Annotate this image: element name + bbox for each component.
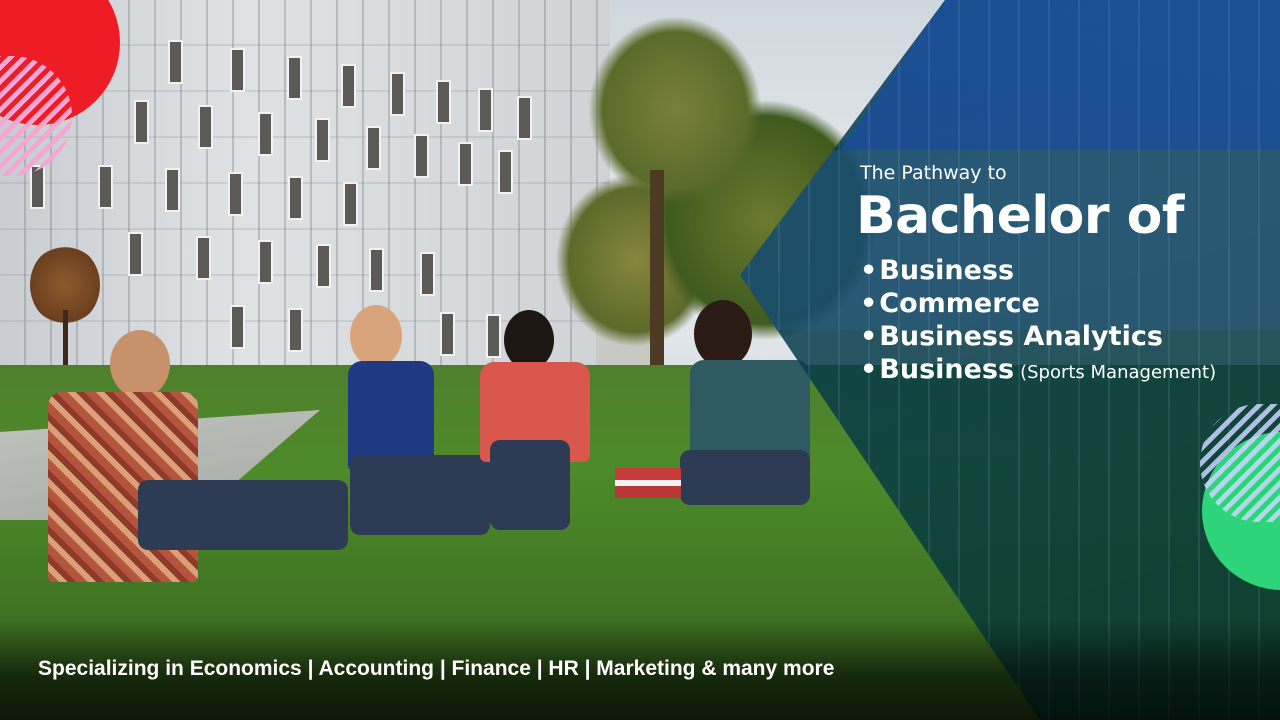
specializations-tagline: Specializing in Economics | Accounting |… bbox=[38, 657, 835, 680]
course-name: Business bbox=[879, 255, 1015, 286]
bullet-glyph: • bbox=[860, 354, 878, 385]
bullet-glyph: • bbox=[860, 255, 878, 286]
course-name: Business Analytics bbox=[879, 321, 1163, 352]
course-list: •Business •Commerce •Business Analytics … bbox=[860, 254, 1216, 389]
course-name: Commerce bbox=[879, 288, 1040, 319]
course-item: •Commerce bbox=[860, 287, 1216, 320]
course-note: (Sports Management) bbox=[1020, 362, 1217, 383]
course-item: •Business bbox=[860, 254, 1216, 287]
student-3 bbox=[470, 310, 620, 540]
banner: The Pathway to Bachelor of •Business •Co… bbox=[0, 0, 1280, 720]
headline-title: Bachelor of bbox=[856, 186, 1184, 246]
kicker-text: The Pathway to bbox=[860, 162, 1007, 184]
bullet-glyph: • bbox=[860, 321, 878, 352]
course-item: •Business Analytics bbox=[860, 320, 1216, 353]
course-item: •Business (Sports Management) bbox=[860, 353, 1216, 389]
photo-tree-trunk bbox=[650, 170, 664, 390]
bullet-glyph: • bbox=[860, 288, 878, 319]
course-name: Business bbox=[879, 354, 1015, 385]
books-stack bbox=[615, 468, 681, 498]
